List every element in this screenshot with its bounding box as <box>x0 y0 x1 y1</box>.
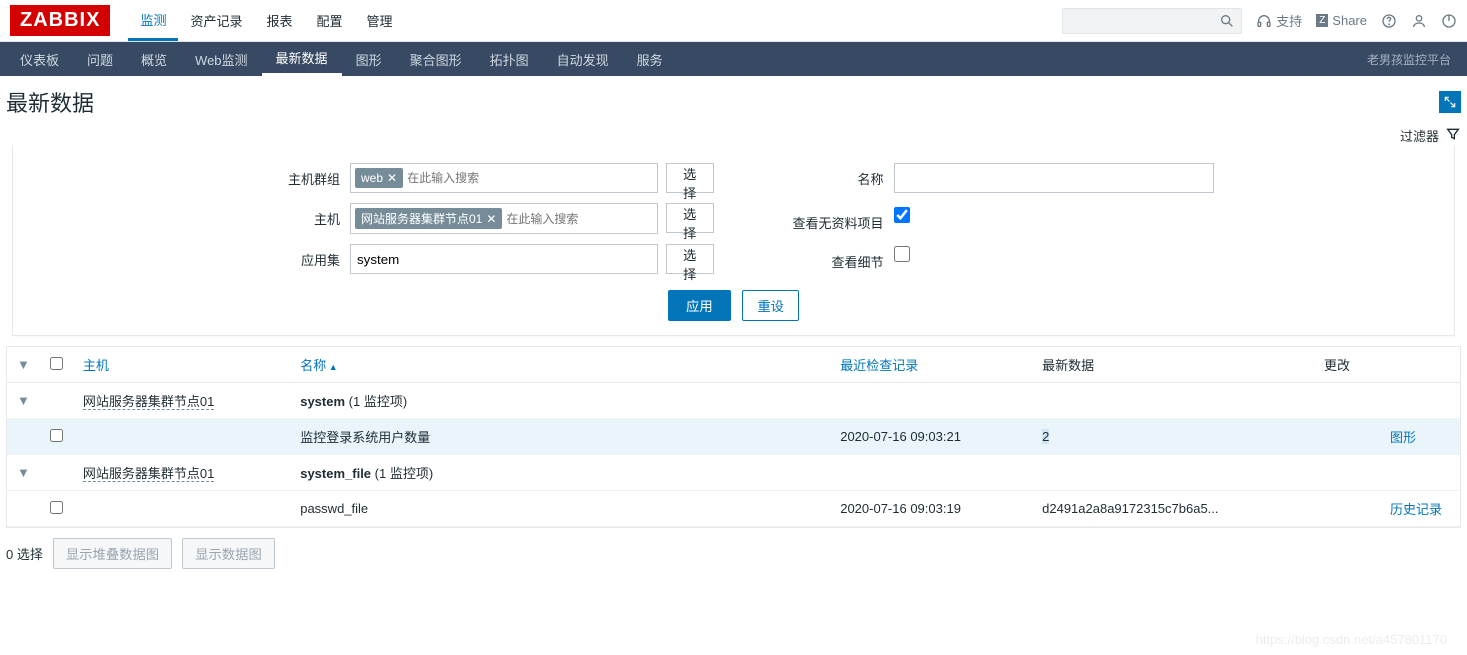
logout-icon[interactable] <box>1441 13 1457 29</box>
remove-tag-icon[interactable]: ✕ <box>486 212 496 226</box>
selected-count: 0 选择 <box>6 544 43 563</box>
col-host[interactable]: 主机 <box>73 347 290 383</box>
item-action-link[interactable]: 历史记录 <box>1390 502 1442 517</box>
host-select-button[interactable]: 选择 <box>666 203 714 233</box>
headset-icon <box>1256 13 1272 29</box>
select-all-checkbox[interactable] <box>50 357 63 370</box>
host-label: 主机 <box>244 203 351 228</box>
app-select-button[interactable]: 选择 <box>666 244 714 274</box>
search-icon <box>1219 13 1235 29</box>
hostgroup-label: 主机群组 <box>244 163 351 188</box>
reset-button[interactable]: 重设 <box>742 290 799 321</box>
remove-tag-icon[interactable]: ✕ <box>387 171 397 185</box>
collapse-all-toggle[interactable]: ▼ <box>7 347 40 383</box>
filter-toggle-label[interactable]: 过滤器 <box>1400 126 1439 145</box>
table-group-row: ▼ 网站服务器集群节点01 system (1 监控项) <box>7 383 1460 419</box>
topnav-reports[interactable]: 报表 <box>254 0 304 41</box>
show-detail-checkbox[interactable] <box>894 246 910 262</box>
collapse-toggle[interactable]: ▼ <box>7 383 40 419</box>
top-nav: 监测 资产记录 报表 配置 管理 <box>128 0 404 41</box>
name-label: 名称 <box>754 163 894 188</box>
topnav-monitoring[interactable]: 监测 <box>128 0 178 41</box>
item-count: (1 监控项) <box>349 394 408 409</box>
subnav-services[interactable]: 服务 <box>623 42 677 76</box>
subnav-latest[interactable]: 最新数据 <box>262 42 342 76</box>
topnav-admin[interactable]: 管理 <box>355 0 405 41</box>
item-lastcheck: 2020-07-16 09:03:19 <box>830 491 1032 527</box>
global-search[interactable] <box>1062 8 1242 34</box>
host-tag-text: 网站服务器集群节点01 <box>361 210 482 227</box>
table-group-row: ▼ 网站服务器集群节点01 system_file (1 监控项) <box>7 455 1460 491</box>
subnav-problems[interactable]: 问题 <box>73 42 127 76</box>
col-name[interactable]: 名称 <box>290 347 830 383</box>
apply-button[interactable]: 应用 <box>668 290 731 321</box>
support-label: 支持 <box>1276 11 1302 30</box>
host-link[interactable]: 网站服务器集群节点01 <box>83 466 214 482</box>
page-title: 最新数据 <box>6 86 94 118</box>
host-link[interactable]: 网站服务器集群节点01 <box>83 394 214 410</box>
item-lastdata: 2 <box>1042 429 1049 444</box>
graph-button[interactable]: 显示数据图 <box>182 538 275 569</box>
item-count: (1 监控项) <box>375 466 434 481</box>
user-icon[interactable] <box>1411 13 1427 29</box>
topnav-config[interactable]: 配置 <box>305 0 355 41</box>
collapse-toggle[interactable]: ▼ <box>7 455 40 491</box>
subnav-web[interactable]: Web监测 <box>181 42 262 76</box>
host-search[interactable] <box>506 208 652 229</box>
host-input[interactable]: 网站服务器集群节点01 ✕ <box>350 203 658 234</box>
show-detail-label: 查看细节 <box>754 246 894 271</box>
subnav-dashboard[interactable]: 仪表板 <box>6 42 73 76</box>
z-icon: Z <box>1316 14 1328 27</box>
application-input[interactable] <box>350 244 658 274</box>
share-label: Share <box>1332 13 1367 28</box>
table-item-row: 监控登录系统用户数量 2020-07-16 09:03:21 2 图形 <box>7 419 1460 455</box>
col-lastcheck[interactable]: 最近检查记录 <box>830 347 1032 383</box>
stacked-graph-button[interactable]: 显示堆叠数据图 <box>53 538 172 569</box>
hostgroup-tag[interactable]: web ✕ <box>355 168 403 188</box>
subnav-graphs[interactable]: 图形 <box>342 42 396 76</box>
fullscreen-button[interactable] <box>1439 91 1461 113</box>
filter-panel: 主机群组 web✕ 选择 主机 网站服务器集群节 <box>12 145 1455 336</box>
item-name: 监控登录系统用户数量 <box>290 419 830 455</box>
hostgroup-select-button[interactable]: 选择 <box>666 163 714 193</box>
row-checkbox[interactable] <box>50 501 63 514</box>
show-nodata-checkbox[interactable] <box>894 207 910 223</box>
app-name: system_file <box>300 466 371 481</box>
watermark: https://blog.csdn.net/a457801170 <box>1256 632 1447 647</box>
item-lastcheck: 2020-07-16 09:03:21 <box>830 419 1032 455</box>
item-name: passwd_file <box>290 491 830 527</box>
hostgroup-tag-text: web <box>361 171 383 185</box>
topnav-inventory[interactable]: 资产记录 <box>178 0 254 41</box>
help-icon[interactable] <box>1381 13 1397 29</box>
app-label: 应用集 <box>244 244 351 269</box>
item-lastdata: d2491a2a8a9172315c7b6a5... <box>1032 491 1314 527</box>
col-change: 更改 <box>1314 347 1380 383</box>
subnav-overview[interactable]: 概览 <box>127 42 181 76</box>
data-table: ▼ 主机 名称 最近检查记录 最新数据 更改 ▼ 网站服务器集群节点01 sys… <box>6 346 1461 528</box>
item-action-link[interactable]: 图形 <box>1390 430 1416 445</box>
name-input[interactable] <box>894 163 1214 193</box>
subnav-maps[interactable]: 拓扑图 <box>476 42 543 76</box>
host-tag[interactable]: 网站服务器集群节点01 ✕ <box>355 208 502 229</box>
col-lastdata: 最新数据 <box>1032 347 1314 383</box>
support-link[interactable]: 支持 <box>1256 11 1302 30</box>
subnav-right-text: 老男孩监控平台 <box>1367 51 1461 68</box>
hostgroup-input[interactable]: web ✕ <box>350 163 658 193</box>
show-nodata-label: 查看无资料项目 <box>754 207 894 232</box>
subnav-screens[interactable]: 聚合图形 <box>396 42 476 76</box>
subnav-discovery[interactable]: 自动发现 <box>543 42 623 76</box>
row-checkbox[interactable] <box>50 429 63 442</box>
hostgroup-search[interactable] <box>407 168 653 188</box>
filter-icon[interactable] <box>1445 126 1461 145</box>
share-link[interactable]: Z Share <box>1316 13 1367 28</box>
table-item-row: passwd_file 2020-07-16 09:03:19 d2491a2a… <box>7 491 1460 527</box>
brand-logo[interactable]: ZABBIX <box>10 5 110 36</box>
app-name: system <box>300 394 345 409</box>
